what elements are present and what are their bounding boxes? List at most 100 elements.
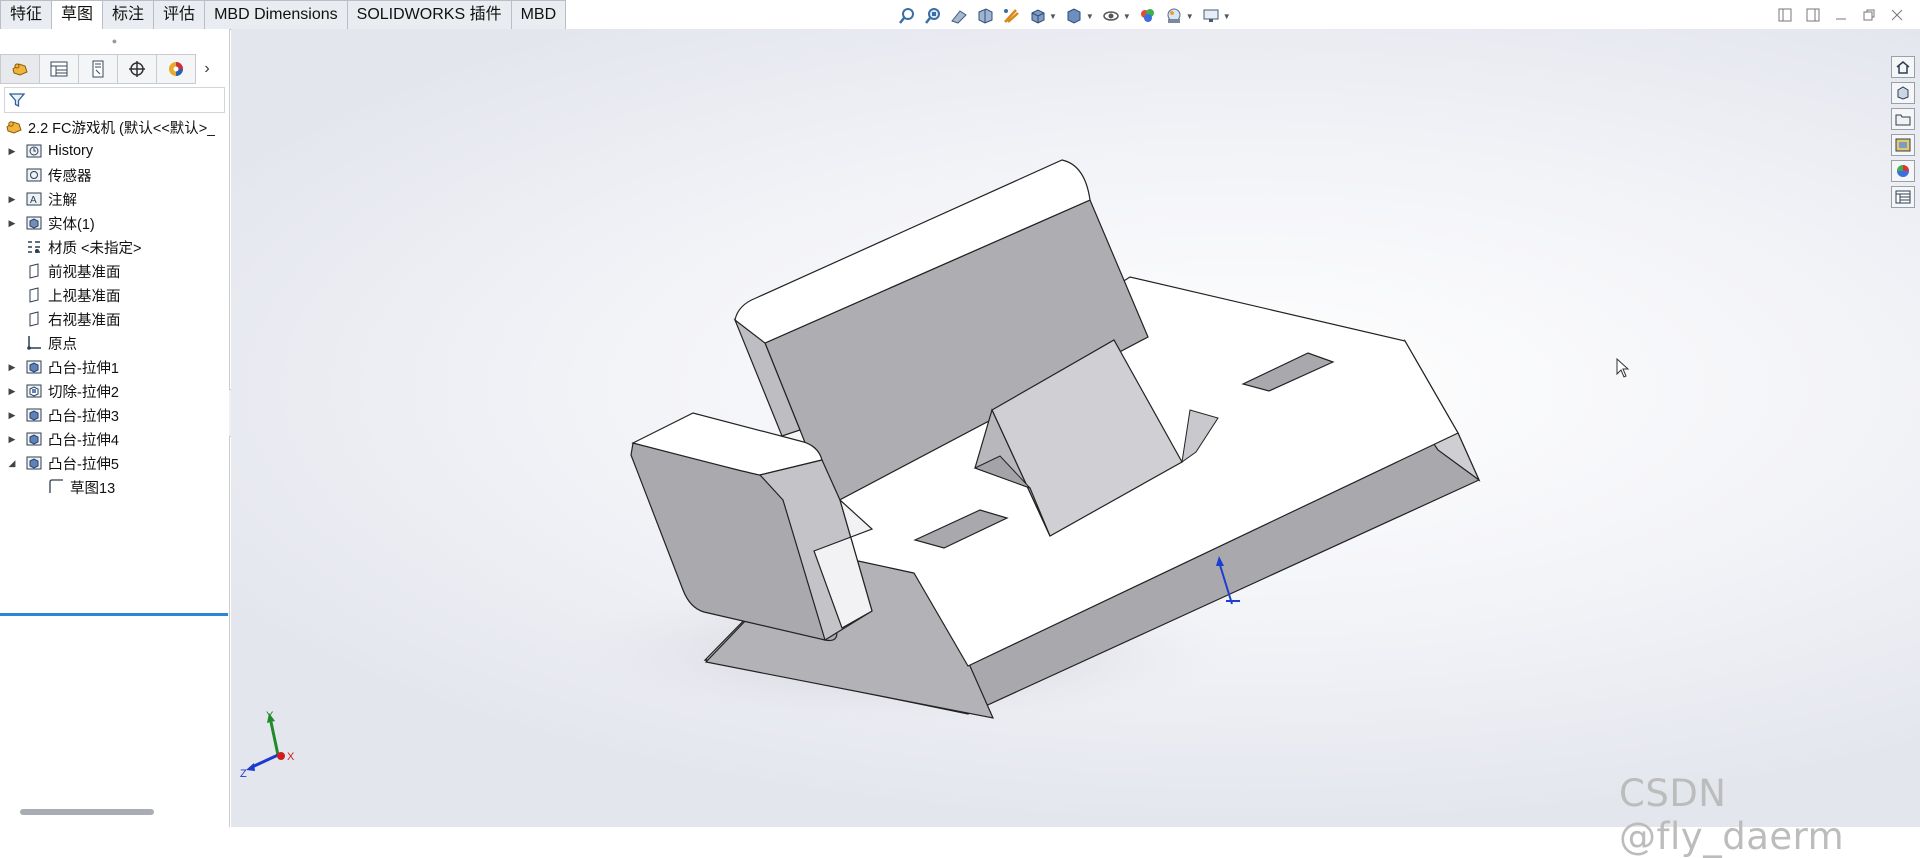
tree-item[interactable]: ▶ 凸台-拉伸4 — [0, 427, 229, 451]
view-settings-icon[interactable] — [1200, 5, 1222, 27]
rollback-bar[interactable] — [0, 613, 228, 616]
chevron-right-icon[interactable]: › — [196, 55, 218, 83]
tab-0[interactable]: 特征 — [0, 0, 53, 30]
x-axis — [277, 752, 285, 760]
tile-right-icon[interactable] — [1804, 6, 1822, 24]
tree-item[interactable]: ◢ 凸台-拉伸5 — [0, 451, 229, 475]
minimize-icon[interactable] — [1832, 6, 1850, 24]
tree-item-label: 凸台-拉伸1 — [48, 360, 119, 377]
dimxpert-icon[interactable] — [118, 54, 157, 84]
tree-item[interactable]: ▶ 切除-拉伸2 — [0, 379, 229, 403]
chevron-down-icon[interactable]: ▼ — [1123, 12, 1131, 21]
tree-root-part[interactable]: 2.2 FC游戏机 (默认<<默认>_ — [0, 115, 229, 139]
zoom-area-icon[interactable] — [922, 5, 944, 27]
tree-item[interactable]: 原点 — [0, 331, 229, 355]
y-axis — [269, 721, 280, 756]
tree-item[interactable]: ▶ 凸台-拉伸3 — [0, 403, 229, 427]
tree-item[interactable]: 材质 <未指定> — [0, 235, 229, 259]
command-manager-tabs: 特征 草图 标注 评估 MBD Dimensions SOLIDWORKS 插件 MBD — [0, 0, 567, 30]
tree-item-label: 材质 <未指定> — [48, 240, 142, 257]
panel-tabs: › — [0, 54, 229, 84]
restore-icon[interactable] — [1860, 6, 1878, 24]
expand-arrow-icon[interactable]: ▶ — [6, 434, 18, 445]
plane-icon — [24, 310, 44, 328]
part-model[interactable] — [231, 29, 1920, 827]
display-manager-icon[interactable] — [157, 54, 196, 84]
tree-item[interactable]: ▶ 实体(1) — [0, 211, 229, 235]
close-icon[interactable] — [1888, 6, 1906, 24]
annotation-icon: A — [24, 190, 44, 208]
tree-item[interactable]: 上视基准面 — [0, 283, 229, 307]
expand-arrow-icon[interactable]: ▶ — [6, 362, 18, 373]
tree-item[interactable]: 前视基准面 — [0, 259, 229, 283]
tree-item[interactable]: ▶ History — [0, 139, 229, 163]
home-icon[interactable] — [1891, 56, 1915, 78]
tab-6[interactable]: MBD — [511, 0, 567, 30]
file-explorer-icon[interactable] — [1891, 108, 1915, 130]
plane-icon — [24, 262, 44, 280]
propertymanager-icon[interactable] — [40, 54, 79, 84]
expand-arrow-icon[interactable]: ▶ — [6, 410, 18, 421]
filter-icon — [9, 93, 25, 108]
tree-item-label: History — [48, 143, 94, 159]
configurationmanager-icon[interactable] — [79, 54, 118, 84]
parts-library-icon[interactable] — [1891, 82, 1915, 104]
tree-item-label: 上视基准面 — [48, 288, 121, 305]
panel-horizontal-scrollbar[interactable] — [20, 809, 154, 815]
tab-2[interactable]: 标注 — [103, 0, 155, 30]
tree-item[interactable]: ▶ 凸台-拉伸1 — [0, 355, 229, 379]
collapse-arrow-icon[interactable]: ◢ — [6, 458, 18, 469]
heads-up-view-toolbar: ▼ ▼ ▼ ▼ ▼ — [896, 4, 1233, 28]
featuremanager-icon[interactable] — [0, 54, 40, 84]
display-style-icon[interactable] — [1063, 5, 1085, 27]
dynamic-annotation-icon[interactable] — [1000, 5, 1022, 27]
z-axis-label: Z — [240, 768, 247, 779]
watermark-text: CSDN @fly_daerm — [1619, 772, 1845, 858]
custom-properties-icon[interactable] — [1891, 186, 1915, 208]
x-axis-label: X — [287, 751, 295, 763]
tree-item-label: 草图13 — [70, 480, 116, 497]
hide-show-icon[interactable] — [1100, 5, 1122, 27]
solid-bodies-icon — [24, 214, 44, 232]
tile-left-icon[interactable] — [1776, 6, 1794, 24]
graphics-area[interactable]: Y Z X — [231, 29, 1920, 827]
expand-arrow-icon[interactable]: ▶ — [6, 386, 18, 397]
tree-item-label: 传感器 — [48, 168, 92, 185]
tree-item[interactable]: 右视基准面 — [0, 307, 229, 331]
reference-triad: Y Z X — [240, 710, 295, 779]
appearances-icon[interactable] — [1891, 160, 1915, 182]
feature-tree: 2.2 FC游戏机 (默认<<默认>_ ▶ History 传感器 ▶ A 注解 ▶ 实体(1… — [0, 115, 229, 616]
tree-item[interactable]: ▶ A 注解 — [0, 187, 229, 211]
tree-item[interactable]: 传感器 — [0, 163, 229, 187]
tree-filter[interactable] — [4, 87, 225, 113]
view-palette-icon[interactable] — [1891, 134, 1915, 156]
expand-arrow-icon[interactable]: ▶ — [6, 218, 18, 229]
cut-extrude-icon — [24, 382, 44, 400]
section-view-icon[interactable] — [974, 5, 996, 27]
edit-appearance-icon[interactable] — [1137, 5, 1159, 27]
panel-grip[interactable]: ● — [0, 29, 229, 53]
mouse-cursor — [1616, 358, 1630, 378]
tree-item-label: 切除-拉伸2 — [48, 384, 119, 401]
boss-extrude-icon — [24, 430, 44, 448]
z-axis-arrow — [246, 763, 255, 771]
expand-arrow-icon[interactable]: ▶ — [6, 146, 18, 157]
task-pane-tabs — [1891, 56, 1917, 208]
chevron-down-icon[interactable]: ▼ — [1049, 12, 1057, 21]
tab-1[interactable]: 草图 — [52, 0, 104, 30]
zoom-to-fit-icon[interactable] — [896, 5, 918, 27]
tab-3[interactable]: 评估 — [154, 0, 206, 30]
chevron-down-icon[interactable]: ▼ — [1086, 12, 1094, 21]
apply-scene-icon[interactable] — [1163, 5, 1185, 27]
chevron-down-icon[interactable]: ▼ — [1186, 12, 1194, 21]
tab-5[interactable]: SOLIDWORKS 插件 — [347, 0, 512, 30]
previous-view-icon[interactable] — [948, 5, 970, 27]
view-orientation-icon[interactable] — [1026, 5, 1048, 27]
chevron-down-icon[interactable]: ▼ — [1223, 12, 1231, 21]
tab-4[interactable]: MBD Dimensions — [205, 0, 348, 30]
boss-extrude-icon — [24, 454, 44, 472]
tree-item[interactable]: 草图13 — [0, 475, 229, 499]
plane-icon — [24, 286, 44, 304]
expand-arrow-icon[interactable]: ▶ — [6, 194, 18, 205]
tree-item-label: 凸台-拉伸5 — [48, 456, 119, 473]
